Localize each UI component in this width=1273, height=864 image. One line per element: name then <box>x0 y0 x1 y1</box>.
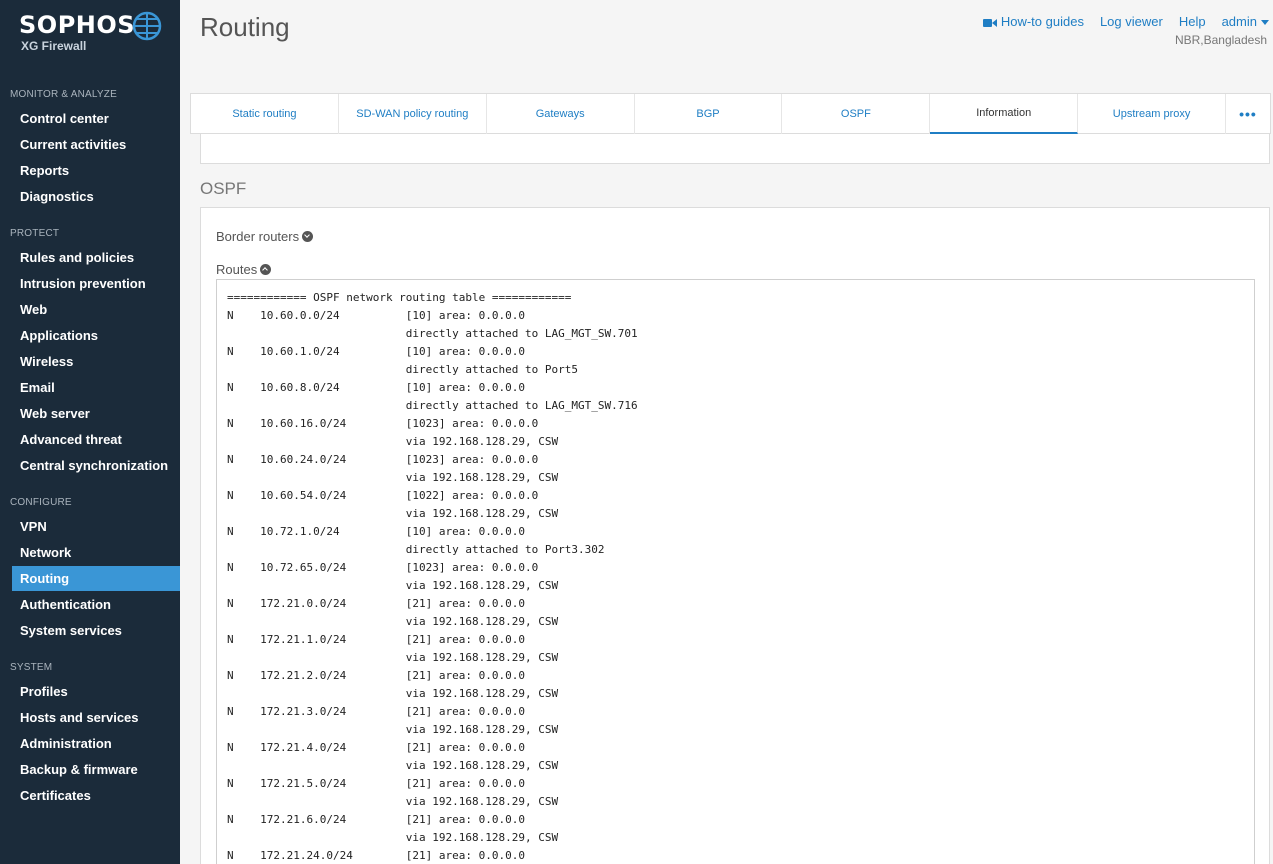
nav-intrusion-prevention[interactable]: Intrusion prevention <box>12 271 180 296</box>
tab-upstream-proxy[interactable]: Upstream proxy <box>1078 94 1227 134</box>
nav-wireless[interactable]: Wireless <box>12 349 180 374</box>
nav-reports[interactable]: Reports <box>12 158 180 183</box>
howto-guides-link[interactable]: How-to guides <box>982 14 1084 29</box>
nav-current-activities[interactable]: Current activities <box>12 132 180 157</box>
device-location: NBR,Bangladesh <box>1174 33 1267 47</box>
routes-label: Routes <box>216 262 258 277</box>
nav-certificates[interactable]: Certificates <box>12 783 180 808</box>
nav-web[interactable]: Web <box>12 297 180 322</box>
nav-network[interactable]: Network <box>12 540 180 565</box>
nav-hosts-and-services[interactable]: Hosts and services <box>12 705 180 730</box>
product-name: XG Firewall <box>21 39 87 53</box>
nav-central-synchronization[interactable]: Central synchronization <box>12 453 180 478</box>
nav-administration[interactable]: Administration <box>12 731 180 756</box>
section-heading: OSPF <box>200 179 247 198</box>
nav-authentication[interactable]: Authentication <box>12 592 180 617</box>
brand-name: SOPHOS <box>19 11 136 39</box>
help-link[interactable]: Help <box>1179 14 1206 29</box>
user-name: admin <box>1221 14 1257 29</box>
chevron-up-icon <box>260 264 272 276</box>
sidebar: SOPHOS XG Firewall MONITOR & ANALYZE Con… <box>0 0 180 864</box>
howto-guides-label: How-to guides <box>1000 14 1084 29</box>
border-routers-label: Border routers <box>216 229 300 244</box>
more-tabs-button[interactable]: ••• <box>1226 94 1270 134</box>
routes-output-text: ============ OSPF network routing table … <box>227 291 638 862</box>
border-routers-toggle[interactable]: Border routers <box>216 229 314 244</box>
section-monitor-analyze: MONITOR & ANALYZE <box>10 89 117 100</box>
nav-routing[interactable]: Routing <box>12 566 180 591</box>
video-camera-icon <box>982 18 997 27</box>
tab-ospf[interactable]: OSPF <box>782 94 931 134</box>
nav-system-services[interactable]: System services <box>12 618 180 643</box>
nav-email[interactable]: Email <box>12 375 180 400</box>
nav-profiles[interactable]: Profiles <box>12 679 180 704</box>
tab-gateways[interactable]: Gateways <box>487 94 635 134</box>
nav-rules-and-policies[interactable]: Rules and policies <box>12 245 180 270</box>
section-protect: PROTECT <box>10 228 60 239</box>
tab-information[interactable]: Information <box>930 94 1079 134</box>
nav-diagnostics[interactable]: Diagnostics <box>12 184 180 209</box>
chevron-down-icon <box>302 231 314 243</box>
brand-logo[interactable]: SOPHOS XG Firewall <box>19 10 169 60</box>
section-system: SYSTEM <box>10 662 53 673</box>
routes-toggle[interactable]: Routes <box>216 262 272 277</box>
page-title: Routing <box>200 12 290 42</box>
nav-web-server[interactable]: Web server <box>12 401 180 426</box>
nav-vpn[interactable]: VPN <box>12 514 180 539</box>
tab-static-routing[interactable]: Static routing <box>191 94 339 134</box>
caret-down-icon <box>1261 20 1269 26</box>
nav-control-center[interactable]: Control center <box>12 106 180 131</box>
ospf-panel: Border routers Routes ============ OSPF … <box>200 207 1270 864</box>
user-menu[interactable]: admin <box>1222 14 1269 29</box>
nav-applications[interactable]: Applications <box>12 323 180 348</box>
section-configure: CONFIGURE <box>10 497 72 508</box>
nav-advanced-threat[interactable]: Advanced threat <box>12 427 180 452</box>
globe-icon <box>132 11 162 41</box>
header-links: How-to guides Log viewer Help admin <box>982 14 1269 29</box>
log-viewer-link[interactable]: Log viewer <box>1100 14 1163 29</box>
previous-section-box <box>200 134 1270 164</box>
tab-bgp[interactable]: BGP <box>635 94 783 134</box>
nav-backup-firmware[interactable]: Backup & firmware <box>12 757 180 782</box>
routes-output-box[interactable]: ============ OSPF network routing table … <box>216 279 1255 864</box>
tab-bar: Static routing SD-WAN policy routing Gat… <box>190 93 1271 134</box>
tab-sd-wan-policy-routing[interactable]: SD-WAN policy routing <box>339 94 487 134</box>
